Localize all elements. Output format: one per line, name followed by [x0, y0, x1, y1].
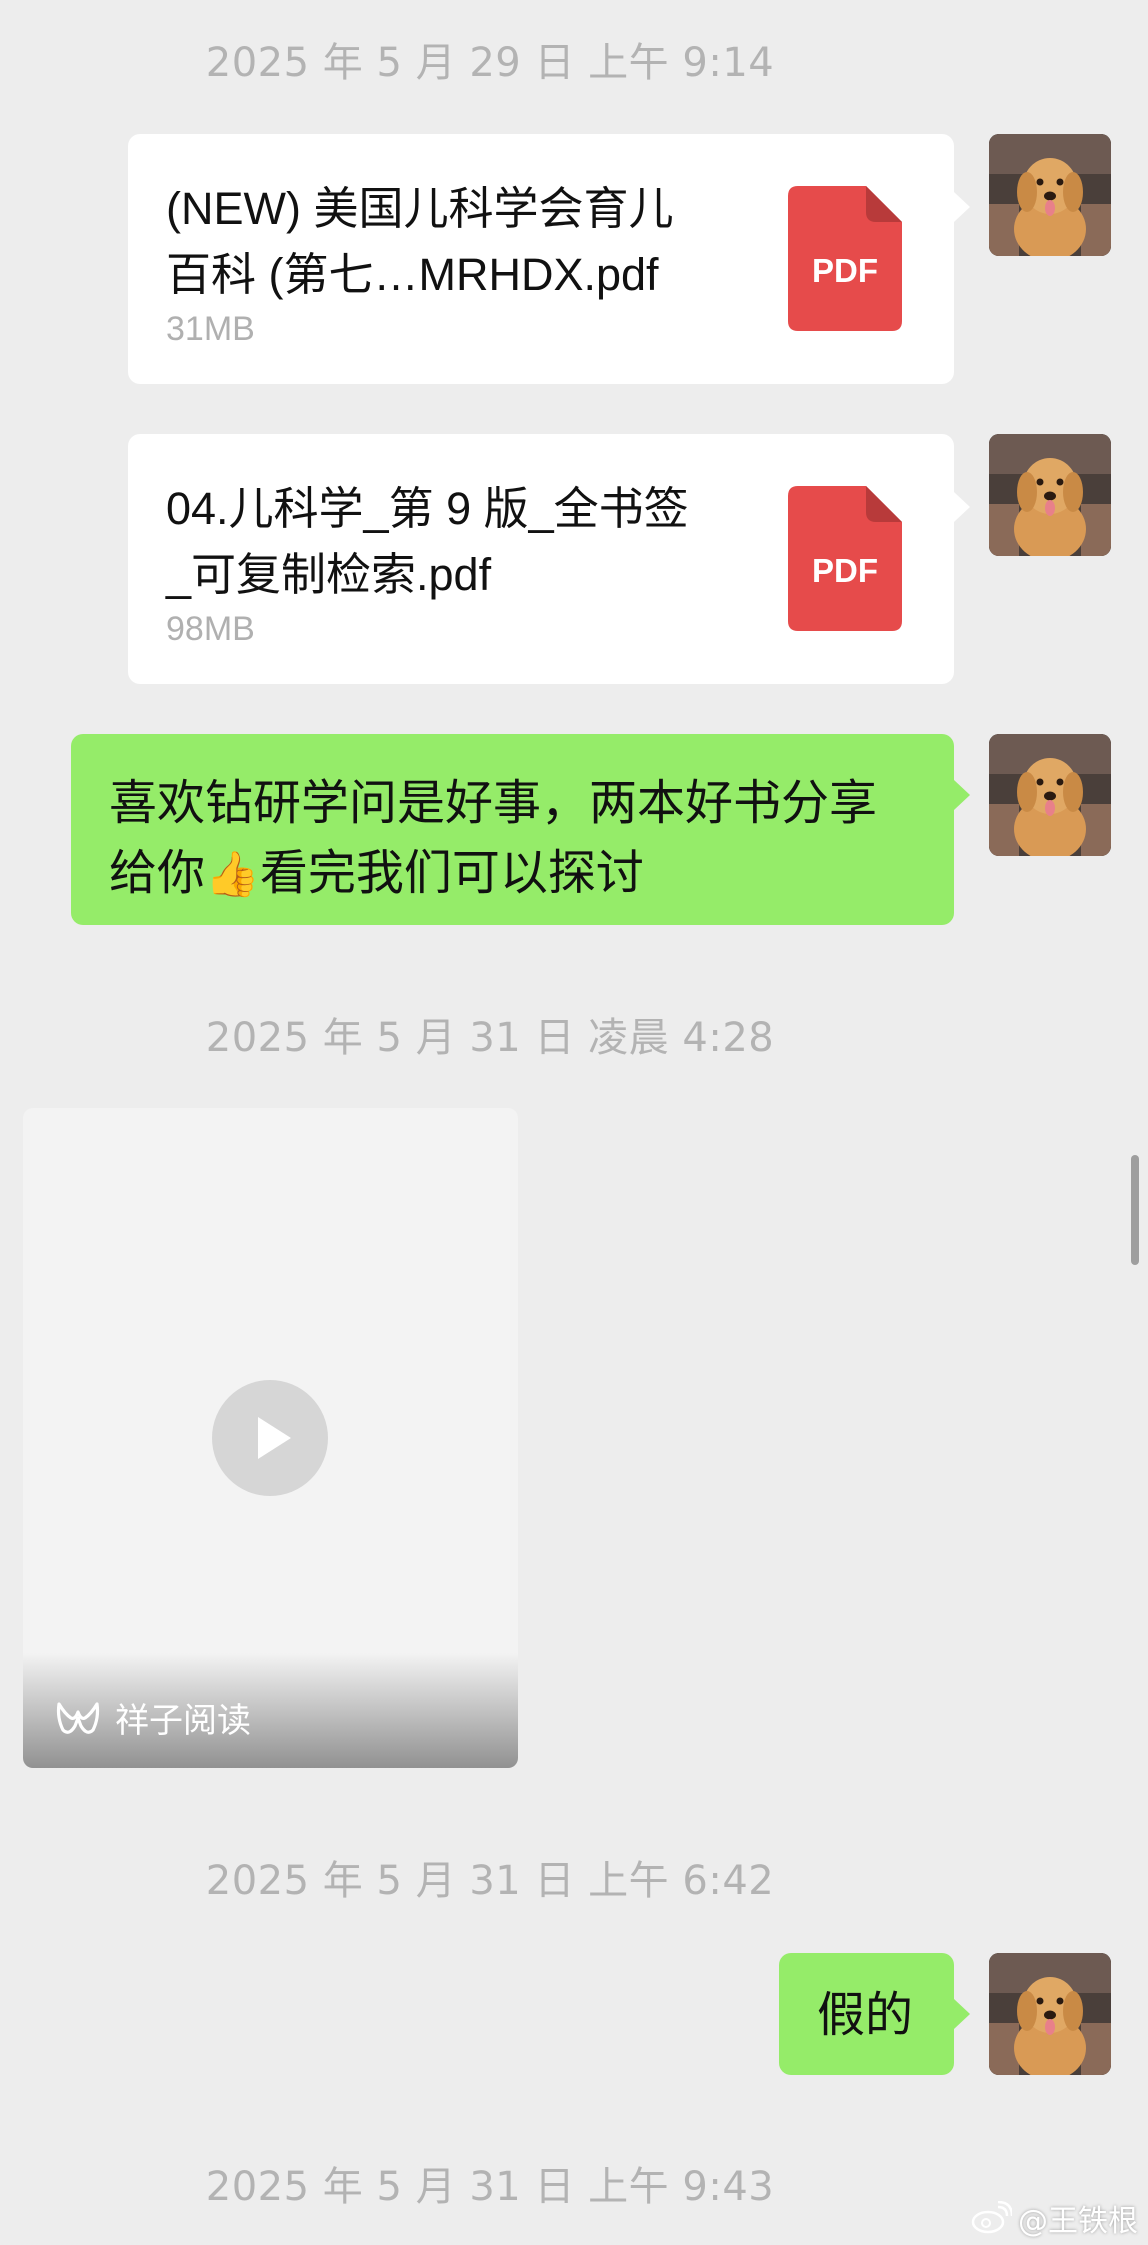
- avatar[interactable]: [989, 134, 1111, 256]
- watermark-text: @王铁根: [1018, 2204, 1138, 2239]
- chat-window: 2025 年 5 月 29 日 上午 9:14 (NEW) 美国儿科学会育儿 百…: [0, 0, 1148, 2245]
- file-size: 31MB: [166, 310, 255, 348]
- file-size: 98MB: [166, 610, 255, 648]
- avatar[interactable]: [989, 434, 1111, 556]
- golden-retriever-avatar-icon: [989, 734, 1111, 856]
- golden-retriever-avatar-icon: [989, 434, 1111, 556]
- file-name-line: _可复制检索.pdf: [166, 549, 492, 600]
- xiangzi-logo-icon: [56, 1701, 100, 1734]
- file-name-line: 04.儿科学_第 9 版_全书签: [166, 483, 689, 534]
- pdf-icon: PDF: [788, 486, 902, 631]
- video-message-card[interactable]: 祥子阅读: [23, 1108, 518, 1768]
- timestamp: 2025 年 5 月 29 日 上午 9:14: [205, 40, 775, 86]
- message-segment: 给你: [109, 845, 206, 901]
- message-text: 假的: [817, 1987, 914, 2043]
- message-text: 喜欢钻研学问是好事，两本好书分享 给你👍看完我们可以探讨: [109, 768, 916, 910]
- file-name-line: (NEW) 美国儿科学会育儿: [166, 183, 674, 234]
- file-name: (NEW) 美国儿科学会育儿 百科 (第七…MRHDX.pdf: [166, 176, 746, 308]
- golden-retriever-avatar-icon: [989, 1953, 1111, 2075]
- timestamp: 2025 年 5 月 31 日 凌晨 4:28: [205, 1015, 775, 1061]
- message-segment: 看完我们可以探讨: [259, 845, 644, 901]
- file-message-card[interactable]: (NEW) 美国儿科学会育儿 百科 (第七…MRHDX.pdf 31MB PDF: [128, 134, 970, 384]
- pdf-icon: PDF: [788, 186, 902, 331]
- message-line: 给你👍看完我们可以探讨: [109, 838, 916, 910]
- golden-retriever-avatar-icon: [989, 134, 1111, 256]
- pdf-icon-label: PDF: [812, 552, 878, 589]
- avatar[interactable]: [989, 734, 1111, 856]
- video-brand: 祥子阅读: [55, 1693, 251, 1742]
- thumbs-up-emoji: 👍: [205, 849, 260, 900]
- message-line: 喜欢钻研学问是好事，两本好书分享: [109, 775, 878, 831]
- sent-message-bubble[interactable]: 假的: [779, 1953, 970, 2075]
- play-icon[interactable]: [212, 1380, 328, 1496]
- sent-message-bubble[interactable]: 喜欢钻研学问是好事，两本好书分享 给你👍看完我们可以探讨: [71, 734, 970, 925]
- timestamp: 2025 年 5 月 31 日 上午 6:42: [205, 1858, 775, 1904]
- weibo-icon: [971, 2201, 1012, 2234]
- timestamp: 2025 年 5 月 31 日 上午 9:43: [205, 2164, 775, 2210]
- avatar[interactable]: [989, 1953, 1111, 2075]
- file-message-card[interactable]: 04.儿科学_第 9 版_全书签 _可复制检索.pdf 98MB PDF: [128, 434, 970, 684]
- video-brand-label: 祥子阅读: [115, 1701, 251, 1741]
- watermark: @王铁根: [970, 2196, 1138, 2240]
- scrollbar[interactable]: [1131, 1155, 1139, 1265]
- pdf-icon-label: PDF: [812, 252, 878, 289]
- file-name: 04.儿科学_第 9 版_全书签 _可复制检索.pdf: [166, 476, 746, 608]
- file-name-line: 百科 (第七…MRHDX.pdf: [166, 249, 659, 300]
